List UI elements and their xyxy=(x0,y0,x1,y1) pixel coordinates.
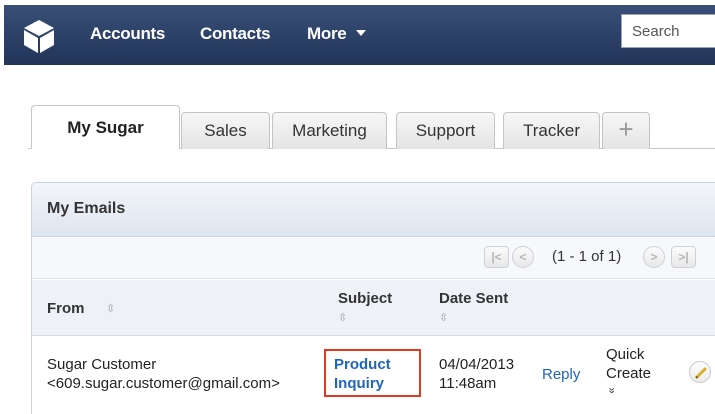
subject-highlight: Product Inquiry xyxy=(324,349,421,397)
date-sent-cell: 04/04/2013 11:48am xyxy=(439,355,514,393)
nav-more[interactable]: More xyxy=(307,24,367,44)
reply-link[interactable]: Reply xyxy=(542,365,580,384)
table-row: Sugar Customer <609.sugar.customer@gmail… xyxy=(32,337,715,407)
column-from[interactable]: From xyxy=(47,300,85,317)
from-name: Sugar Customer xyxy=(47,356,157,373)
pagination-bar: |< < (1 - 1 of 1) > >| xyxy=(32,238,715,279)
nav-bar: Accounts Contacts More xyxy=(4,5,715,65)
column-subject[interactable]: Subject xyxy=(338,290,392,307)
tab-sales[interactable]: Sales xyxy=(181,112,270,149)
sort-icon[interactable]: ⇳ xyxy=(106,302,115,315)
search-input[interactable] xyxy=(621,14,715,48)
quick-create-line-1: Quick xyxy=(606,346,645,363)
edit-icon[interactable] xyxy=(689,361,711,383)
last-page-icon[interactable]: >| xyxy=(671,246,696,268)
from-cell: Sugar Customer <609.sugar.customer@gmail… xyxy=(47,355,280,393)
sugar-cube-icon[interactable] xyxy=(22,18,56,54)
from-email: <609.sugar.customer@gmail.com> xyxy=(47,375,280,392)
subject-line-2: Inquiry xyxy=(334,375,385,392)
caret-down-icon xyxy=(356,30,367,36)
quick-create-menu[interactable]: Quick Create » xyxy=(606,345,652,402)
nav-accounts[interactable]: Accounts xyxy=(90,24,165,44)
date-sent-time: 11:48am xyxy=(439,375,497,392)
tab-marketing[interactable]: Marketing xyxy=(272,112,387,149)
top-navigation: Accounts Contacts More xyxy=(0,0,715,70)
date-sent-date: 04/04/2013 xyxy=(439,356,515,373)
column-header-row: From ⇳ Subject ⇳ Date Sent ⇳ xyxy=(32,280,715,336)
sort-icon[interactable]: ⇳ xyxy=(439,311,448,324)
next-page-icon[interactable]: > xyxy=(643,246,665,268)
previous-page-icon[interactable]: < xyxy=(512,246,534,268)
subject-line-1: Product xyxy=(334,356,391,373)
add-tab-button[interactable]: + xyxy=(602,112,650,149)
column-date-sent[interactable]: Date Sent xyxy=(439,290,508,307)
nav-more-label: More xyxy=(307,24,347,43)
quick-create-line-2: Create xyxy=(606,365,652,382)
tab-tracker[interactable]: Tracker xyxy=(503,112,600,149)
nav-contacts[interactable]: Contacts xyxy=(200,24,271,44)
chevron-down-icon: » xyxy=(605,387,618,394)
dashlet-header: My Emails xyxy=(32,183,715,237)
first-page-icon[interactable]: |< xyxy=(484,246,509,268)
my-emails-dashlet: My Emails |< < (1 - 1 of 1) > >| From ⇳ … xyxy=(31,182,715,414)
pencil-icon xyxy=(695,367,707,379)
tab-support[interactable]: Support xyxy=(396,112,495,149)
tab-my-sugar[interactable]: My Sugar xyxy=(31,105,180,149)
subject-link[interactable]: Product Inquiry xyxy=(334,355,391,393)
sort-icon[interactable]: ⇳ xyxy=(338,311,347,324)
dashlet-title: My Emails xyxy=(47,200,126,217)
pagination-text: (1 - 1 of 1) xyxy=(552,248,622,265)
